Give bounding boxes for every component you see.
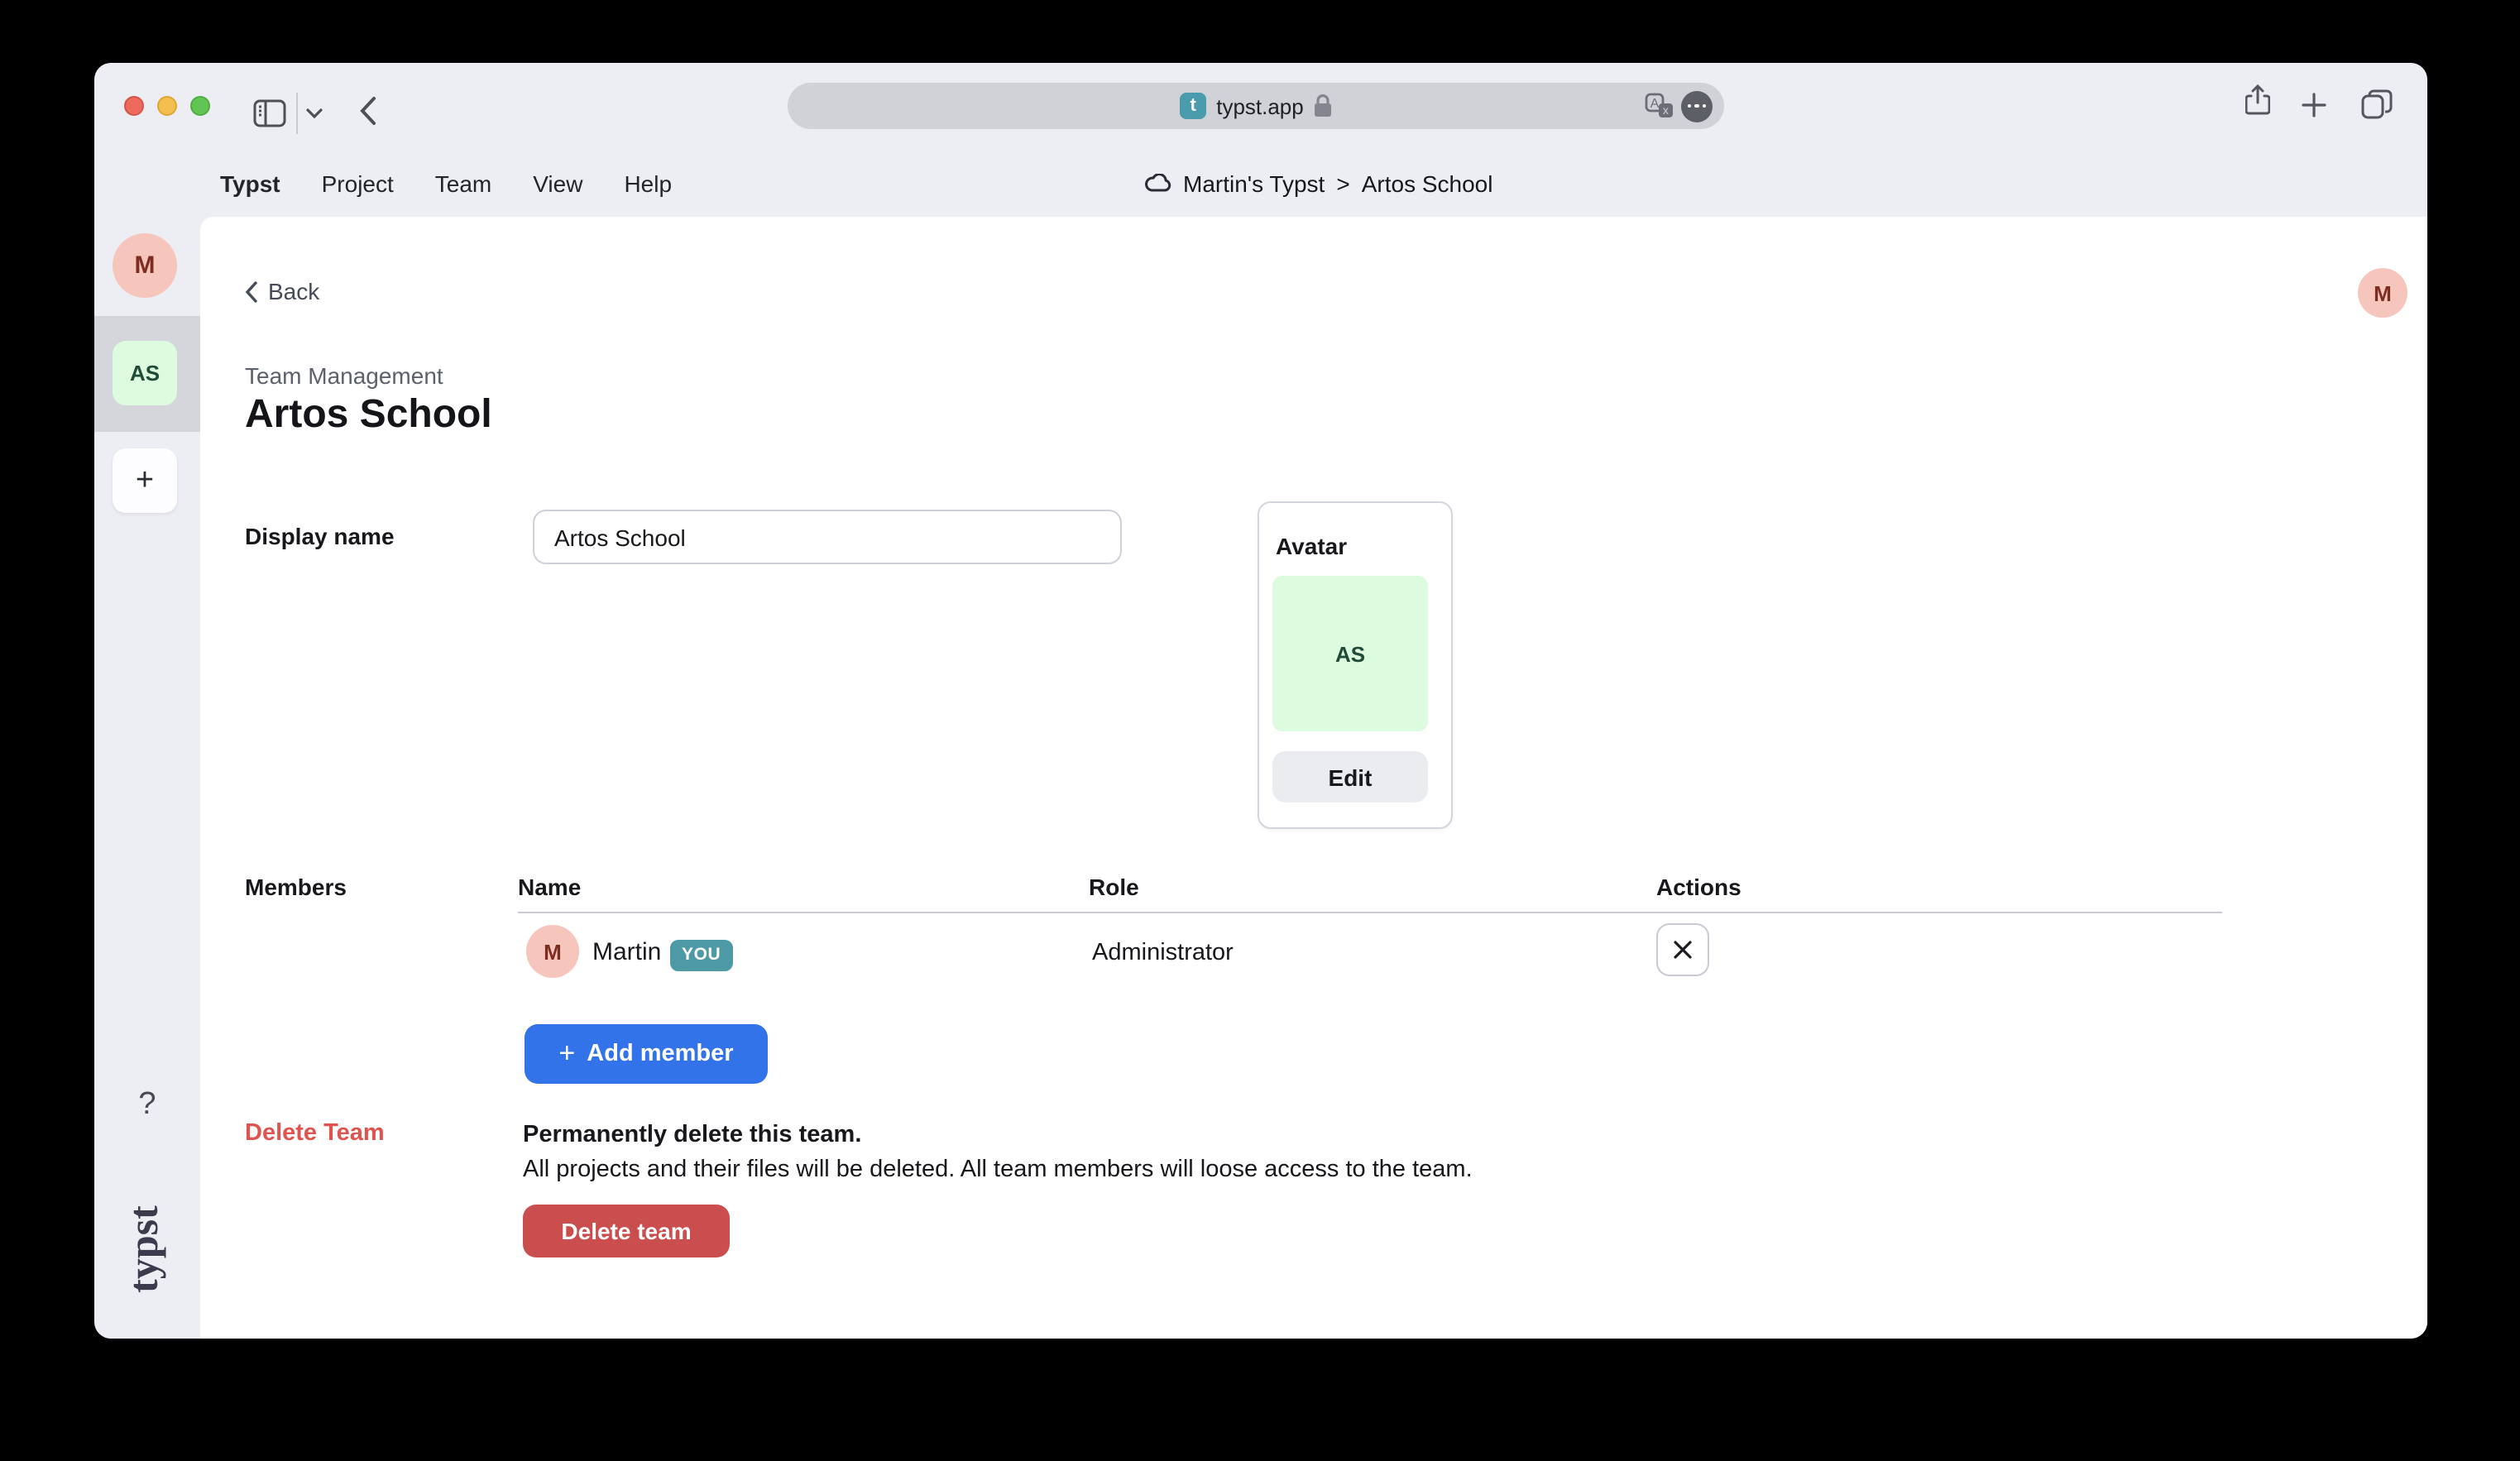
members-label: Members	[245, 874, 347, 900]
traffic-lights	[124, 96, 210, 116]
delete-team-button[interactable]: Delete team	[523, 1205, 730, 1257]
browser-window: t typst.app A x	[94, 63, 2427, 1339]
add-team-button[interactable]: +	[113, 448, 177, 513]
add-member-button[interactable]: + Add member	[525, 1024, 768, 1084]
team-management-page: M Back Team Management Artos School Disp…	[200, 217, 2427, 1339]
workspace-sidebar: M AS + ? typst	[94, 217, 200, 1339]
site-favicon: t	[1180, 93, 1206, 119]
back-link[interactable]: Back	[245, 278, 319, 304]
menu-project[interactable]: Project	[322, 170, 394, 196]
menu-typst[interactable]: Typst	[220, 170, 280, 196]
column-header-actions: Actions	[1656, 874, 1741, 900]
close-icon	[1673, 940, 1693, 960]
extensions-ellipsis-icon[interactable]	[1681, 90, 1713, 122]
chevron-down-icon[interactable]	[306, 108, 323, 119]
plus-icon: +	[558, 1037, 575, 1070]
lock-icon	[1314, 94, 1332, 117]
address-bar[interactable]: t typst.app A x	[788, 83, 1724, 129]
typst-logo: typst	[121, 1188, 170, 1310]
cloud-icon	[1145, 174, 1171, 192]
remove-member-button[interactable]	[1656, 923, 1709, 976]
svg-text:x: x	[1663, 103, 1669, 117]
app-menu-bar: Typst Project Team View Help Martin's Ty…	[94, 149, 2427, 217]
desktop: t typst.app A x	[0, 0, 2520, 1461]
sidebar-item-team-artos-school[interactable]: AS	[113, 341, 177, 405]
you-badge: YOU	[670, 940, 732, 971]
delete-headline: Permanently delete this team.	[523, 1122, 861, 1148]
display-name-label: Display name	[245, 523, 395, 549]
member-name: Martin	[592, 938, 661, 966]
browser-back-icon[interactable]	[359, 96, 377, 126]
minimize-window-button[interactable]	[157, 96, 177, 116]
user-avatar[interactable]: M	[2358, 268, 2407, 318]
back-label: Back	[268, 278, 319, 304]
tab-overview-icon[interactable]	[2361, 89, 2393, 119]
delete-description: All projects and their files will be del…	[523, 1157, 1473, 1183]
display-name-input[interactable]	[533, 510, 1122, 564]
member-avatar: M	[526, 925, 579, 978]
page-title: Artos School	[245, 392, 492, 438]
breadcrumb-team[interactable]: Artos School	[1362, 170, 1493, 196]
add-member-label: Add member	[587, 1041, 733, 1067]
svg-text:A: A	[1650, 97, 1660, 111]
menu-help[interactable]: Help	[624, 170, 672, 196]
app-menus: Typst Project Team View Help	[220, 149, 672, 217]
close-window-button[interactable]	[124, 96, 144, 116]
sidebar-item-workspace[interactable]: M	[113, 233, 177, 298]
section-label: Team Management	[245, 362, 443, 389]
url-text: typst.app	[1216, 93, 1304, 118]
breadcrumb: Martin's Typst > Artos School	[1145, 149, 1492, 217]
avatar-card: Avatar AS Edit	[1258, 501, 1453, 829]
new-tab-icon[interactable]	[2302, 93, 2326, 117]
edit-avatar-button[interactable]: Edit	[1272, 751, 1428, 802]
share-icon[interactable]	[2245, 84, 2270, 116]
toolbar-divider	[296, 93, 298, 134]
menu-team[interactable]: Team	[435, 170, 491, 196]
fullscreen-window-button[interactable]	[190, 96, 210, 116]
team-avatar: AS	[1272, 576, 1428, 731]
breadcrumb-separator: >	[1336, 170, 1349, 196]
breadcrumb-workspace[interactable]: Martin's Typst	[1183, 170, 1325, 196]
help-icon[interactable]: ?	[94, 1087, 200, 1123]
sidebar-toggle-icon[interactable]	[253, 99, 286, 127]
menu-view[interactable]: View	[533, 170, 582, 196]
delete-team-label: Delete Team	[245, 1120, 385, 1147]
address-bar-icons: A x	[1645, 83, 1713, 129]
translate-icon[interactable]: A x	[1645, 93, 1674, 119]
member-role: Administrator	[1092, 940, 1234, 966]
avatar-card-label: Avatar	[1276, 533, 1347, 559]
table-divider	[518, 912, 2222, 913]
column-header-role: Role	[1089, 874, 1139, 900]
column-header-name: Name	[518, 874, 581, 900]
